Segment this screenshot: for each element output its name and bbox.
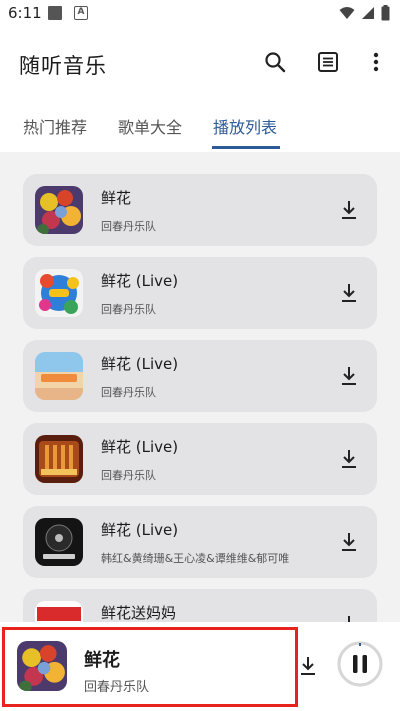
song-title: 鲜花 (Live): [101, 521, 179, 539]
now-playing-artist: 回春丹乐队: [84, 680, 150, 695]
status-time: 6:11: [8, 4, 42, 22]
tab-playlists[interactable]: 歌单大全: [118, 114, 182, 138]
search-button[interactable]: [261, 48, 289, 76]
song-item[interactable]: 鲜花 回春丹乐队: [23, 174, 377, 246]
song-item[interactable]: 鲜花 (Live) 回春丹乐队: [23, 257, 377, 329]
tab-play-queue[interactable]: 播放列表: [213, 114, 277, 138]
wifi-icon: [339, 7, 355, 19]
status-icons: [339, 5, 390, 21]
song-item[interactable]: 鲜花送妈妈: [23, 589, 377, 622]
song-artist: 韩红&黄绮珊&王心凌&谭维维&郁可唯: [101, 552, 290, 565]
tab-bar: 热门推荐 歌单大全 播放列表: [0, 98, 400, 152]
singer-show-cover: [35, 601, 83, 622]
download-icon[interactable]: [337, 364, 361, 388]
song-item[interactable]: 鲜花 (Live) 回春丹乐队: [23, 340, 377, 412]
song-title: 鲜花: [101, 189, 132, 207]
download-icon[interactable]: [337, 198, 361, 222]
stage-show-cover: [35, 352, 83, 400]
song-list[interactable]: 鲜花 回春丹乐队 鲜花 (Live) 回春丹乐队 鲜花 (Live) 回春丹乐队…: [0, 152, 400, 622]
download-icon[interactable]: [296, 654, 320, 678]
list-view-button[interactable]: [314, 48, 342, 76]
song-artist: 回春丹乐队: [101, 469, 156, 482]
more-vert-icon: [373, 52, 379, 72]
download-icon[interactable]: [337, 447, 361, 471]
song-artist: 回春丹乐队: [101, 386, 156, 399]
battery-icon: [381, 5, 390, 21]
song-title: 鲜花送妈妈: [101, 604, 177, 622]
pause-button[interactable]: [336, 640, 384, 688]
song-title: 鲜花 (Live): [101, 355, 179, 373]
app-title: 随听音乐: [19, 54, 107, 78]
download-icon[interactable]: [337, 613, 361, 622]
flower-bouquet-cover: [35, 186, 83, 234]
song-item[interactable]: 鲜花 (Live) 回春丹乐队: [23, 423, 377, 495]
notification-icon: [48, 6, 62, 20]
now-playing-cover: [17, 641, 67, 691]
status-bar: 6:11 A: [0, 0, 400, 28]
app-bar: 随听音乐: [0, 28, 400, 98]
song-title: 鲜花 (Live): [101, 272, 179, 290]
vinyl-record-cover: [35, 518, 83, 566]
download-icon[interactable]: [337, 530, 361, 554]
concert-hall-cover: [35, 435, 83, 483]
tab-hot-recommend[interactable]: 热门推荐: [23, 114, 87, 138]
signal-icon: [362, 7, 374, 19]
app-badge-icon: A: [74, 6, 88, 20]
list-icon: [318, 52, 338, 72]
song-title: 鲜花 (Live): [101, 438, 179, 456]
tab-indicator: [212, 146, 280, 149]
search-icon: [265, 52, 286, 73]
music-festival-cover: [35, 269, 83, 317]
more-options-button[interactable]: [362, 48, 390, 76]
song-item[interactable]: 鲜花 (Live) 韩红&黄绮珊&王心凌&谭维维&郁可唯: [23, 506, 377, 578]
download-icon[interactable]: [337, 281, 361, 305]
song-artist: 回春丹乐队: [101, 220, 156, 233]
now-playing-title: 鲜花: [84, 650, 120, 671]
song-artist: 回春丹乐队: [101, 303, 156, 316]
mini-player[interactable]: 鲜花 回春丹乐队: [0, 622, 400, 711]
